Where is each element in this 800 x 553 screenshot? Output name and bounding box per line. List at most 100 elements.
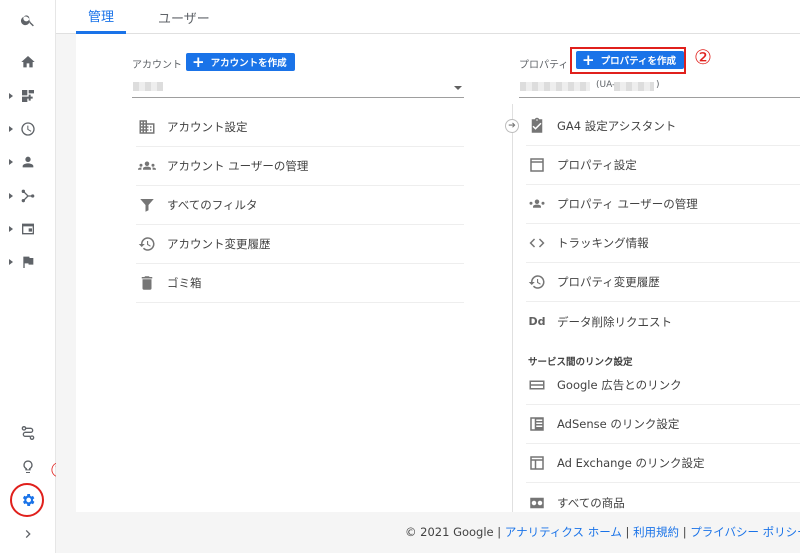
- expand-caret-icon: [9, 226, 13, 232]
- chevron-down-icon[interactable]: [454, 86, 462, 90]
- home-icon: [21, 56, 35, 68]
- clock-icon: [21, 122, 35, 136]
- adsense-icon: [526, 413, 548, 435]
- property-menu-item-settings[interactable]: プロパティ設定: [526, 146, 800, 185]
- tab-users[interactable]: ユーザー: [158, 0, 210, 34]
- realtime-button[interactable]: [0, 114, 56, 144]
- acquisition-icon: [21, 189, 35, 203]
- footer-link-terms[interactable]: 利用規約: [633, 525, 679, 539]
- behavior-button[interactable]: [0, 214, 56, 244]
- footer-separator: |: [493, 525, 505, 539]
- expand-caret-icon: [9, 193, 13, 199]
- menu-item-label: ゴミ箱: [167, 276, 202, 290]
- person-icon: [22, 156, 34, 168]
- menu-item-label: Ad Exchange のリンク設定: [557, 456, 705, 470]
- menu-item-label: すべての商品: [557, 495, 625, 510]
- menu-item-label: AdSense のリンク設定: [557, 417, 680, 431]
- annotation-circle-gear: [10, 483, 44, 517]
- code-icon: [526, 232, 548, 254]
- account-column-label: アカウント: [132, 60, 182, 71]
- menu-item-label: プロパティ ユーザーの管理: [557, 197, 698, 211]
- menu-item-label: プロパティ変更履歴: [557, 275, 660, 289]
- annotation-number-two: ②: [694, 45, 712, 69]
- footer-link-analytics-home[interactable]: アナリティクス ホーム: [505, 525, 622, 539]
- menu-item-label: プロパティ設定: [557, 158, 637, 172]
- chevron-right-icon: [25, 530, 31, 538]
- behavior-icon: [22, 223, 34, 235]
- footer-link-privacy[interactable]: プライバシー ポリシー: [690, 525, 800, 539]
- expand-caret-icon: [9, 259, 13, 265]
- attribution-button[interactable]: [0, 418, 56, 448]
- account-menu-item-history[interactable]: アカウント変更履歴: [136, 225, 464, 264]
- menu-item-label: Google 広告とのリンク: [557, 378, 682, 392]
- google-ads-icon: [526, 374, 548, 396]
- audience-button[interactable]: [0, 147, 56, 177]
- expand-nav-button[interactable]: [0, 519, 56, 549]
- history-icon: [136, 233, 158, 255]
- property-menu-item-data-deletion[interactable]: Dd データ削除リクエスト: [526, 302, 800, 341]
- account-menu-item-trash[interactable]: ゴミ箱: [136, 264, 464, 303]
- menu-item-label: アカウント設定: [167, 120, 248, 134]
- search-icon: [20, 15, 34, 27]
- expand-caret-icon: [9, 93, 13, 99]
- property-id-redacted: [614, 82, 654, 91]
- main-area: 管理 ユーザー アカウント + アカウントを作成 アカウント設定 アカウント ユ…: [56, 0, 800, 553]
- footer-copyright: © 2021 Google: [405, 525, 494, 539]
- ad-exchange-icon: [526, 452, 548, 474]
- top-tab-bar: 管理 ユーザー: [56, 0, 800, 34]
- home-button[interactable]: [0, 47, 56, 77]
- flag-icon: [23, 256, 34, 268]
- plus-icon: +: [192, 52, 205, 71]
- search-button[interactable]: [0, 5, 56, 35]
- property-menu-item-history[interactable]: プロパティ変更履歴: [526, 263, 800, 302]
- menu-item-label: すべてのフィルタ: [167, 198, 258, 212]
- property-menu-item-tracking[interactable]: トラッキング情報: [526, 224, 800, 263]
- layout-icon: [526, 154, 548, 176]
- account-name-redacted: [133, 82, 163, 91]
- property-id-suffix: ): [656, 80, 660, 90]
- lightbulb-icon: [23, 460, 33, 473]
- menu-item-label: GA4 設定アシスタント: [557, 119, 677, 133]
- property-link-item-ad-exchange[interactable]: Ad Exchange のリンク設定: [526, 444, 800, 483]
- account-menu-item-users[interactable]: アカウント ユーザーの管理: [136, 147, 464, 186]
- arrow-right-icon: ➔: [505, 119, 519, 133]
- trash-icon: [136, 272, 158, 294]
- property-id-prefix: (UA-: [596, 80, 616, 90]
- property-menu-item-users[interactable]: プロパティ ユーザーの管理: [526, 185, 800, 224]
- property-name-redacted: [520, 82, 590, 91]
- menu-item-label: データ削除リクエスト: [557, 314, 672, 329]
- footer: © 2021 Google | アナリティクス ホーム | 利用規約 | プライ…: [56, 512, 800, 553]
- property-link-item-google-ads[interactable]: Google 広告とのリンク: [526, 366, 800, 405]
- create-account-button[interactable]: + アカウントを作成: [186, 53, 295, 71]
- dd-icon: Dd: [526, 311, 548, 333]
- footer-separator: |: [621, 525, 634, 539]
- insights-button[interactable]: [0, 452, 56, 482]
- customization-button[interactable]: [0, 81, 56, 111]
- dd-glyph: Dd: [528, 315, 546, 328]
- left-nav-rail: [0, 0, 56, 553]
- tab-admin[interactable]: 管理: [76, 0, 126, 34]
- annotation-box-create-property: [570, 47, 686, 74]
- group-icon: [526, 193, 548, 215]
- account-menu-item-filters[interactable]: すべてのフィルタ: [136, 186, 464, 225]
- expand-caret-icon: [9, 159, 13, 165]
- route-icon: [21, 426, 35, 440]
- dashboard-icon: [22, 90, 34, 102]
- account-select-underline: [132, 97, 464, 98]
- menu-item-label: アカウント変更履歴: [167, 237, 271, 251]
- property-link-item-adsense[interactable]: AdSense のリンク設定: [526, 405, 800, 444]
- conversions-button[interactable]: [0, 247, 56, 277]
- group-icon: [136, 155, 158, 177]
- footer-line: © 2021 Google | アナリティクス ホーム | 利用規約 | プライ…: [405, 524, 800, 540]
- account-menu-item-settings[interactable]: アカウント設定: [136, 108, 464, 147]
- menu-item-label: アカウント ユーザーの管理: [167, 159, 309, 173]
- acquisition-button[interactable]: [0, 181, 56, 211]
- admin-panel: アカウント + アカウントを作成 アカウント設定 アカウント ユーザーの管理 す…: [76, 34, 800, 512]
- expand-caret-icon: [9, 126, 13, 132]
- footer-separator: |: [679, 525, 691, 539]
- property-menu-item-ga4-setup[interactable]: GA4 設定アシスタント: [526, 107, 800, 146]
- filter-icon: [136, 194, 158, 216]
- create-account-label: アカウントを作成: [210, 58, 287, 69]
- building-icon: [136, 116, 158, 138]
- products-icon: [526, 492, 548, 514]
